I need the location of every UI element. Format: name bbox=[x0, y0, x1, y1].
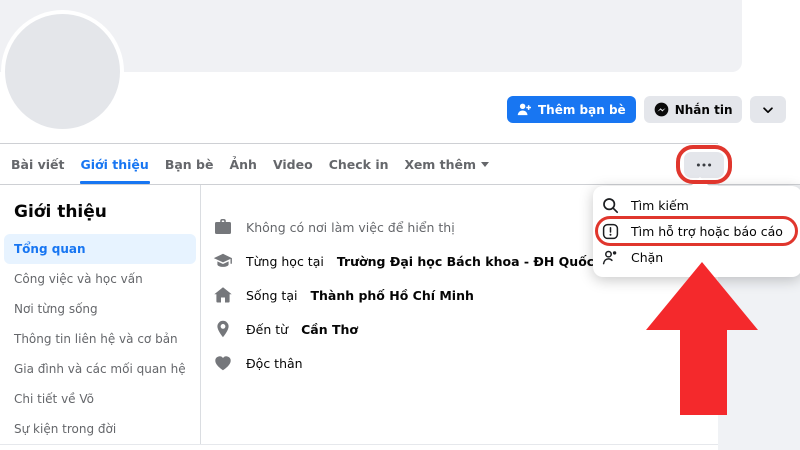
detail-row-hometown: Đến từ Cần Thơ bbox=[213, 312, 677, 346]
profile-tab-bar: Bài viết Giới thiệu Bạn bè Ảnh Video Che… bbox=[10, 144, 504, 184]
tab-checkin[interactable]: Check in bbox=[328, 144, 390, 184]
more-options-button[interactable] bbox=[684, 152, 724, 178]
detail-row-relationship: Độc thân bbox=[213, 346, 677, 380]
tab-about[interactable]: Giới thiệu bbox=[80, 144, 150, 184]
more-profile-actions-button[interactable] bbox=[750, 96, 786, 123]
hometown-link[interactable]: Cần Thơ bbox=[301, 322, 358, 337]
profile-avatar[interactable] bbox=[1, 10, 124, 133]
heart-icon bbox=[213, 353, 233, 373]
caret-down-icon bbox=[481, 162, 489, 167]
detail-prefix: Sống tại bbox=[246, 288, 297, 303]
bottom-hairline bbox=[0, 444, 718, 445]
block-user-icon bbox=[602, 249, 619, 266]
tab-see-more-label: Xem thêm bbox=[405, 157, 477, 172]
sidebar-item-details-about[interactable]: Chi tiết về Võ bbox=[4, 384, 196, 414]
detail-prefix: Đến từ bbox=[246, 322, 288, 337]
current-city-link[interactable]: Thành phố Hồ Chí Minh bbox=[310, 288, 473, 303]
more-options-context-menu: Tìm kiếm Tìm hỗ trợ hoặc báo cáo Chặn bbox=[593, 186, 800, 277]
location-pin-icon bbox=[213, 319, 233, 339]
detail-row-current-city: Sống tại Thành phố Hồ Chí Minh bbox=[213, 278, 677, 312]
tab-posts[interactable]: Bài viết bbox=[10, 144, 66, 184]
menu-item-block[interactable]: Chặn bbox=[593, 244, 800, 270]
add-friend-button[interactable]: Thêm bạn bè bbox=[507, 96, 636, 123]
message-label: Nhắn tin bbox=[675, 103, 733, 117]
about-sidebar-title: Giới thiệu bbox=[14, 202, 200, 222]
add-friend-label: Thêm bạn bè bbox=[538, 103, 626, 117]
add-friend-icon bbox=[517, 102, 532, 117]
tab-photos[interactable]: Ảnh bbox=[228, 144, 257, 184]
briefcase-icon bbox=[213, 217, 233, 237]
menu-item-search[interactable]: Tìm kiếm bbox=[593, 192, 800, 218]
report-icon bbox=[602, 223, 619, 240]
chevron-down-icon bbox=[761, 103, 775, 117]
profile-action-buttons: Thêm bạn bè Nhắn tin bbox=[507, 96, 786, 123]
menu-item-label: Chặn bbox=[631, 250, 663, 265]
detail-text: Độc thân bbox=[246, 356, 303, 371]
sidebar-item-overview[interactable]: Tổng quan bbox=[4, 234, 196, 264]
tab-see-more[interactable]: Xem thêm bbox=[404, 144, 491, 184]
facebook-profile-about-page: Thêm bạn bè Nhắn tin Bài viết Giới thiệu… bbox=[0, 0, 800, 450]
sidebar-item-life-events[interactable]: Sự kiện trong đời bbox=[4, 414, 196, 444]
menu-item-report[interactable]: Tìm hỗ trợ hoặc báo cáo bbox=[593, 218, 800, 244]
detail-text: Không có nơi làm việc để hiển thị bbox=[246, 220, 455, 235]
menu-item-label: Tìm kiếm bbox=[631, 198, 689, 213]
about-sidebar: Giới thiệu Tổng quan Công việc và học vấ… bbox=[0, 185, 201, 445]
sidebar-item-contact-basic-info[interactable]: Thông tin liên hệ và cơ bản bbox=[4, 324, 196, 354]
house-icon bbox=[213, 285, 233, 305]
search-icon bbox=[602, 197, 619, 214]
sidebar-item-family-relationships[interactable]: Gia đình và các mối quan hệ bbox=[4, 354, 196, 384]
ellipsis-icon bbox=[696, 163, 712, 167]
tab-videos[interactable]: Video bbox=[272, 144, 314, 184]
menu-item-label: Tìm hỗ trợ hoặc báo cáo bbox=[631, 224, 783, 239]
sidebar-item-places-lived[interactable]: Nơi từng sống bbox=[4, 294, 196, 324]
graduation-cap-icon bbox=[213, 251, 233, 271]
messenger-icon bbox=[654, 102, 669, 117]
sidebar-item-work-education[interactable]: Công việc và học vấn bbox=[4, 264, 196, 294]
detail-prefix: Từng học tại bbox=[246, 254, 324, 269]
tab-friends[interactable]: Bạn bè bbox=[164, 144, 215, 184]
menu-pointer-notch bbox=[690, 177, 710, 187]
message-button[interactable]: Nhắn tin bbox=[644, 96, 743, 123]
